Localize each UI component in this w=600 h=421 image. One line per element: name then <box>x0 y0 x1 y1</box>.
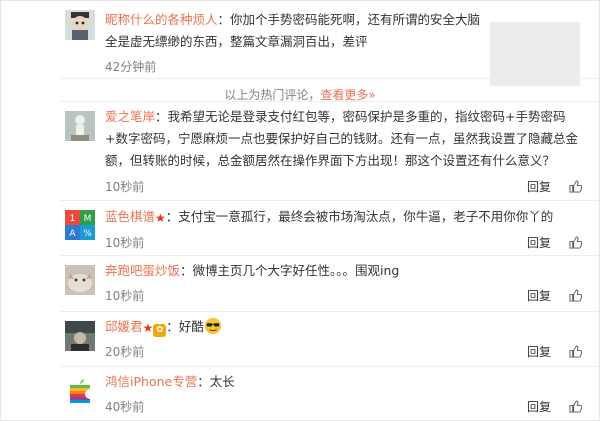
avatar[interactable] <box>65 111 95 141</box>
username-link[interactable]: 爱之笔岸 <box>105 109 155 124</box>
comment-text: 支付宝一意孤行，最终会被市场淘汰点，你牛逼，老子不用你你丫的 <box>178 209 554 224</box>
thumbs-up-icon[interactable] <box>569 236 582 249</box>
divider <box>60 200 600 201</box>
comment-time: 10秒前 <box>105 236 145 250</box>
comment-body: 昵称什么的各种烦人：你加个手势密码能死啊，还有所谓的安全大脑全是虚无缥缈的东西，… <box>105 9 485 53</box>
avatar[interactable] <box>65 321 95 351</box>
comment-body: 蓝色棋谱★：支付宝一意孤行，最终会被市场淘汰点，你牛逼，老子不用你你丫的 <box>105 206 580 229</box>
comment-body: 邱媛君★ ✿ ：好酷 <box>105 316 580 339</box>
comment-body: 爱之笔岸：我希望无论是登录支付红包等，密码保护是多重的，指纹密码+手势密码+数字… <box>105 106 580 172</box>
comment-text: 好酷 <box>178 319 204 334</box>
divider <box>60 101 600 102</box>
avatar-cell-text: 1 <box>70 214 76 224</box>
avatar[interactable] <box>65 376 95 406</box>
side-thumbnail <box>490 22 580 86</box>
avatar[interactable] <box>65 10 95 40</box>
comment-text: 我希望无论是登录支付红包等，密码保护是多重的，指纹密码+手势密码+数字密码，宁愿… <box>105 109 578 168</box>
divider <box>60 78 600 79</box>
star-badge-icon: ★ <box>142 321 154 335</box>
thumbs-up-icon[interactable] <box>569 180 582 193</box>
star-badge-icon: ★ <box>155 211 166 225</box>
comment-time: 10秒前 <box>105 289 145 303</box>
username-link[interactable]: 奔跑吧蛋炒饭 <box>105 263 180 278</box>
avatar[interactable] <box>65 265 95 295</box>
comment-time: 10秒前 <box>105 180 145 194</box>
separator: ： <box>165 209 179 224</box>
hot-comments-label: 以上为热门评论， <box>224 88 321 102</box>
comment-time: 20秒前 <box>105 345 145 359</box>
avatar-cell-text: % <box>83 229 92 239</box>
badge-icon: ✿ <box>153 324 167 337</box>
separator: ： <box>180 263 193 278</box>
reply-button[interactable]: 回复 <box>527 398 551 415</box>
comment-actions: 回复 <box>527 234 582 251</box>
username-link[interactable]: 蓝色棋谱 <box>105 209 155 224</box>
comment-actions: 回复 <box>527 287 582 304</box>
comment-body: 鸿信iPhone专营：太长 <box>105 371 580 393</box>
reply-button[interactable]: 回复 <box>527 178 551 195</box>
separator: ： <box>197 374 210 389</box>
username-link[interactable]: 邱媛君 <box>105 319 143 334</box>
thumbs-up-icon[interactable] <box>569 400 582 413</box>
reply-button[interactable]: 回复 <box>527 343 551 360</box>
comment-body: 奔跑吧蛋炒饭：微博主页几个大字好任性。。。围观ing <box>105 260 580 282</box>
avatar[interactable]: 1 M A % <box>65 210 95 240</box>
divider <box>60 255 600 256</box>
reply-button[interactable]: 回复 <box>527 287 551 304</box>
comment-text: 太长 <box>209 374 235 389</box>
comment-actions: 回复 <box>527 343 582 360</box>
divider <box>60 366 600 367</box>
username-link[interactable]: 鸿信iPhone专营 <box>105 374 197 389</box>
separator: ： <box>155 109 168 124</box>
separator: ： <box>166 319 179 334</box>
divider <box>60 311 600 312</box>
view-more-link[interactable]: 查看更多» <box>320 88 375 102</box>
username-link[interactable]: 昵称什么的各种烦人 <box>105 12 218 27</box>
thumbs-up-icon[interactable] <box>569 289 582 302</box>
comment-actions: 回复 <box>527 178 582 195</box>
cool-face-emoji-icon <box>204 317 221 335</box>
reply-button[interactable]: 回复 <box>527 234 551 251</box>
comment-text: 微博主页几个大字好任性。。。围观ing <box>192 263 400 278</box>
avatar-cell-text: A <box>69 229 76 239</box>
comment-actions: 回复 <box>527 398 582 415</box>
comment-time: 42分钟前 <box>105 60 157 74</box>
comment-time: 40秒前 <box>105 400 145 414</box>
thumbs-up-icon[interactable] <box>569 345 582 358</box>
separator: ： <box>217 12 231 27</box>
avatar-cell-text: M <box>84 214 92 224</box>
